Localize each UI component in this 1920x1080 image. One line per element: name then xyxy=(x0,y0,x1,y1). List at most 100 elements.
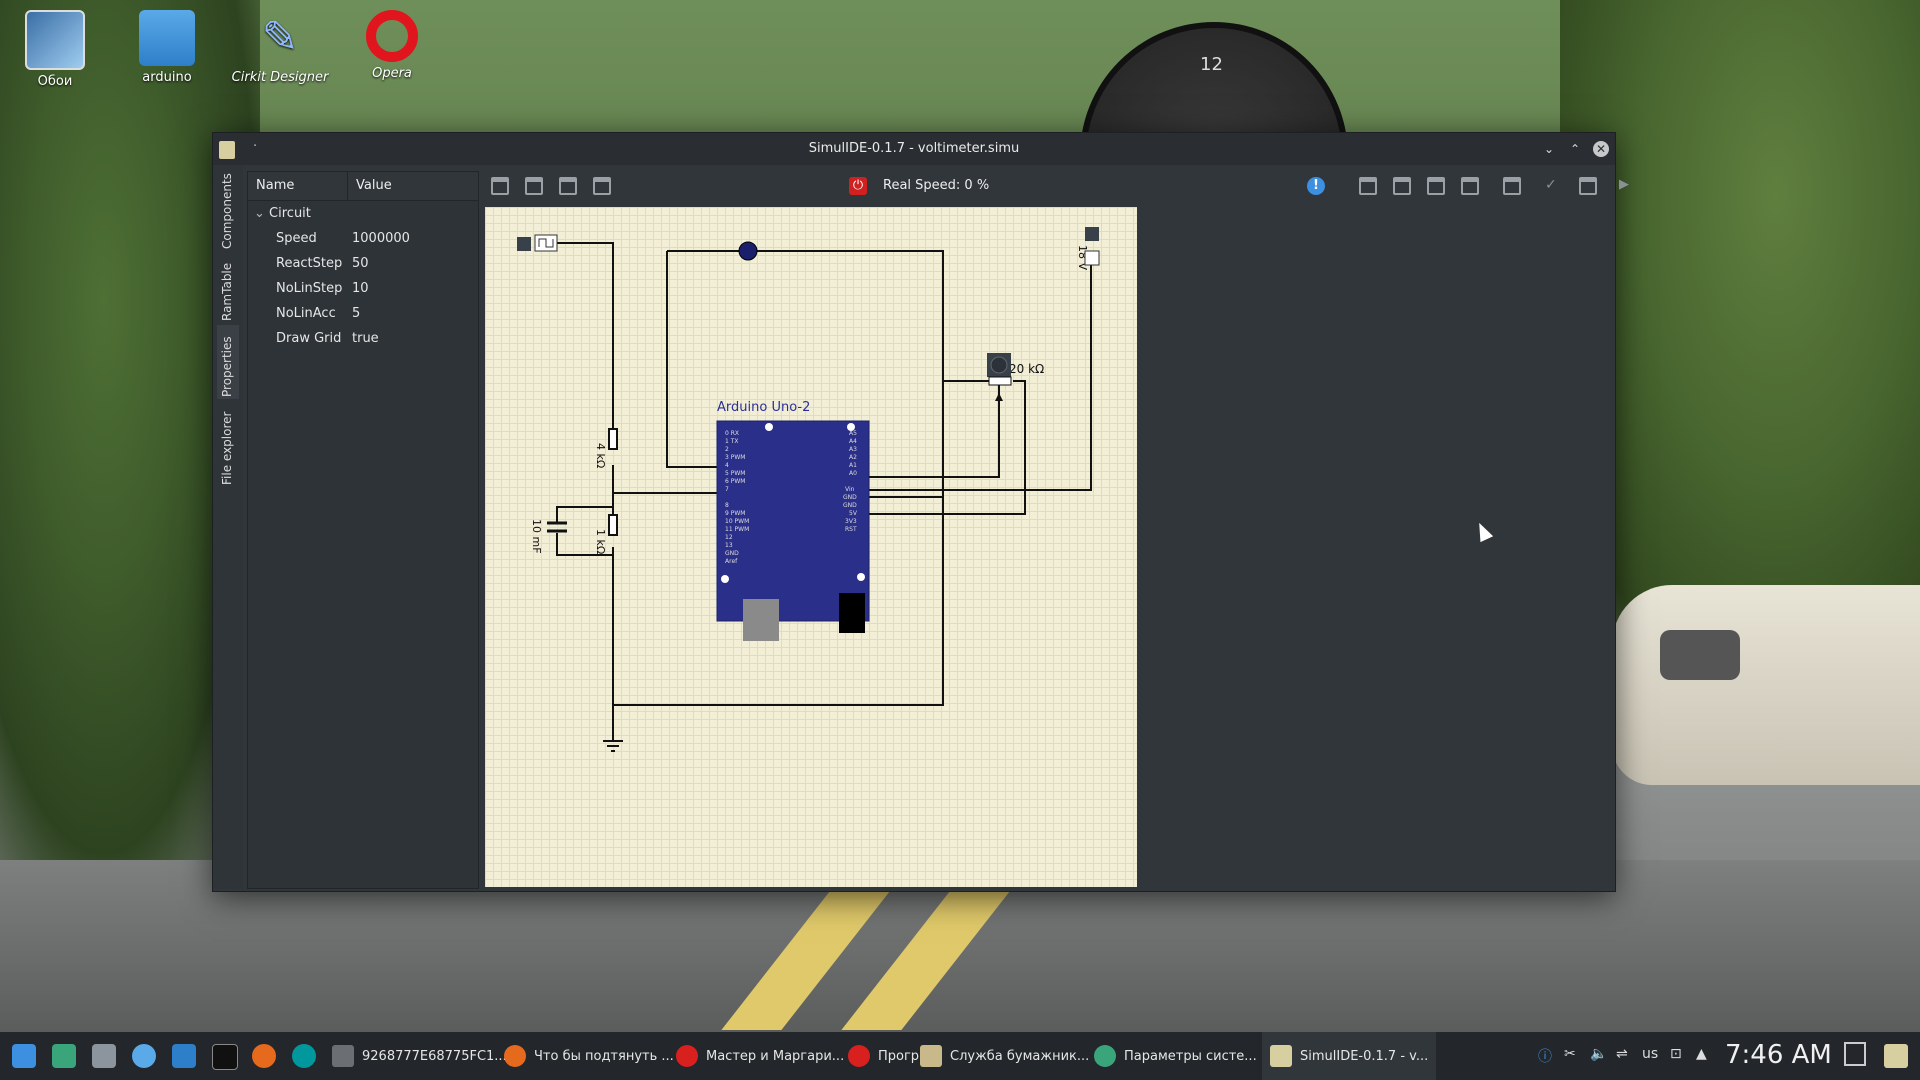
taskbar-task-opera-1[interactable]: Мастер и Маргари... xyxy=(676,1032,844,1080)
chevron-down-icon[interactable]: ⌄ xyxy=(254,206,265,221)
open-circuit-icon[interactable] xyxy=(525,177,543,195)
property-value[interactable]: true xyxy=(352,326,379,351)
open-file-icon[interactable] xyxy=(1393,177,1411,195)
desktop-icon-label: Cirkit Designer xyxy=(231,70,329,85)
property-row[interactable]: Speed 1000000 xyxy=(248,226,478,251)
system-settings-icon[interactable] xyxy=(52,1044,76,1068)
circuit-schematic: 4 kΩ 1 kΩ 10 mF 18 V 20 kΩ Arduino Uno-2… xyxy=(517,227,1100,752)
desktop-icon-cirkit-designer[interactable]: ✎ Cirkit Designer xyxy=(230,10,330,85)
taskbar-task-firefox[interactable]: Что бы подтянуть ... xyxy=(504,1032,674,1080)
pin-label: A3 xyxy=(849,446,857,453)
window-titlebar[interactable]: · SimulIDE-0.1.7 - voltimeter.simu ⌄ ⌃ ✕ xyxy=(213,133,1615,165)
power-button[interactable]: ⏻ xyxy=(849,177,867,195)
property-value[interactable]: 5 xyxy=(352,301,360,326)
task-label: Что бы подтянуть ... xyxy=(534,1048,674,1064)
taskbar-task-file[interactable]: 9268777E68775FC1... xyxy=(332,1032,507,1080)
scissors-tray-icon[interactable]: ✂ xyxy=(1564,1046,1576,1062)
property-row[interactable]: NoLinAcc 5 xyxy=(248,301,478,326)
pin-label: 11 PWM xyxy=(725,526,749,533)
side-tab-bar: Components RamTable Properties File expl… xyxy=(213,165,243,889)
pin-label: GND xyxy=(843,502,857,509)
discover-icon[interactable] xyxy=(172,1044,196,1068)
cirkit-designer-icon: ✎ xyxy=(261,12,299,63)
arduino-board-label: Arduino Uno-2 xyxy=(717,400,810,415)
wire xyxy=(869,385,1000,478)
pin-label: GND xyxy=(725,550,739,557)
clock[interactable]: 7:46 AM xyxy=(1725,1040,1832,1070)
taskbar-task-simulide[interactable]: SimulIDE-0.1.7 - v... xyxy=(1262,1032,1437,1080)
minimize-button[interactable]: ⌄ xyxy=(1541,141,1557,157)
upload-icon[interactable] xyxy=(1579,177,1597,195)
terminal-icon[interactable] xyxy=(212,1044,238,1070)
task-label: Служба бумажник... xyxy=(950,1048,1090,1064)
property-row[interactable]: NoLinStep 10 xyxy=(248,276,478,301)
save-circuit-icon[interactable] xyxy=(559,177,577,195)
pin-label: RST xyxy=(845,526,857,533)
usb-icon[interactable]: ⇌ xyxy=(1616,1046,1628,1062)
pin-label: 8 xyxy=(725,502,729,509)
pin-label: 3V3 xyxy=(845,518,857,525)
column-header-value[interactable]: Value xyxy=(348,172,400,200)
pin-label: 10 PWM xyxy=(725,518,749,525)
property-value[interactable]: 10 xyxy=(352,276,369,301)
maximize-button[interactable]: ⌃ xyxy=(1567,141,1583,157)
property-row[interactable]: Draw Grid true xyxy=(248,326,478,351)
pin-label: Vin xyxy=(845,486,855,493)
wire xyxy=(869,259,1092,491)
potentiometer-dial xyxy=(990,356,1008,374)
keyboard-layout[interactable]: us xyxy=(1642,1046,1658,1062)
gauge-number: 12 xyxy=(1200,54,1223,75)
property-name: ReactStep xyxy=(276,256,343,271)
compile-check-icon[interactable]: ✓ xyxy=(1545,177,1563,195)
mount-hole xyxy=(857,573,865,581)
property-value[interactable]: 50 xyxy=(352,251,369,276)
save-file-icon[interactable] xyxy=(1427,177,1445,195)
save-as-icon[interactable] xyxy=(593,177,611,195)
file-manager-icon[interactable] xyxy=(92,1044,116,1068)
taskbar-task-wallet[interactable]: Служба бумажник... xyxy=(920,1032,1089,1080)
tab-properties[interactable]: Properties xyxy=(217,325,239,399)
pin-label: GND xyxy=(843,494,857,501)
resistor-1k-label: 1 kΩ xyxy=(594,529,607,554)
desktop-icon-label: arduino xyxy=(142,70,192,85)
tab-components[interactable]: Components xyxy=(217,171,239,251)
info-tray-icon[interactable]: ⓘ xyxy=(1538,1046,1552,1066)
folder-icon xyxy=(139,10,195,66)
arduino-ide-icon[interactable] xyxy=(292,1044,316,1068)
new-file-icon[interactable] xyxy=(1359,177,1377,195)
find-icon[interactable] xyxy=(1503,177,1521,195)
circuit-canvas[interactable]: 4 kΩ 1 kΩ 10 mF 18 V 20 kΩ Arduino Uno-2… xyxy=(485,207,1137,887)
ground-symbol xyxy=(603,740,623,752)
show-desktop-icon[interactable] xyxy=(1844,1042,1866,1066)
app-launcher-icon[interactable] xyxy=(12,1044,36,1068)
desktop-icon-wallpapers[interactable]: Обои xyxy=(5,10,105,89)
run-debug-icon[interactable]: ▶ xyxy=(1619,177,1637,195)
taskbar-task-opera-2[interactable]: Прогр... xyxy=(848,1032,931,1080)
software-center-icon[interactable] xyxy=(132,1044,156,1068)
firefox-icon[interactable] xyxy=(252,1044,276,1068)
simulide-tray-icon[interactable] xyxy=(1884,1044,1908,1068)
properties-panel: Name Value ⌄ Circuit Speed 1000000 ReactS… xyxy=(247,171,479,889)
tab-file-explorer[interactable]: File explorer xyxy=(217,401,239,487)
desktop-icon-arduino[interactable]: arduino xyxy=(117,10,217,85)
desktop-icon-label: Opera xyxy=(372,66,412,81)
tray-expand-icon[interactable]: ▲ xyxy=(1696,1046,1707,1062)
property-row[interactable]: ReactStep 50 xyxy=(248,251,478,276)
tree-root-circuit[interactable]: ⌄ Circuit xyxy=(248,201,478,226)
property-value[interactable]: 1000000 xyxy=(352,226,410,251)
taskbar-task-settings[interactable]: Параметры систе... xyxy=(1094,1032,1257,1080)
new-circuit-icon[interactable] xyxy=(491,177,509,195)
network-icon[interactable]: ⊡ xyxy=(1670,1046,1682,1062)
close-button[interactable]: ✕ xyxy=(1593,141,1609,157)
pin-label: A0 xyxy=(849,470,857,477)
volume-icon[interactable]: 🔈 xyxy=(1590,1046,1607,1062)
opera-icon xyxy=(366,10,418,62)
column-header-name[interactable]: Name xyxy=(248,172,348,200)
pin-label: 6 PWM xyxy=(725,478,745,485)
info-icon[interactable]: ! xyxy=(1307,177,1325,195)
tab-ramtable[interactable]: RamTable xyxy=(217,253,239,323)
desktop-icon-opera[interactable]: Opera xyxy=(342,10,442,81)
save-file-as-icon[interactable] xyxy=(1461,177,1479,195)
task-label: 9268777E68775FC1... xyxy=(362,1048,507,1064)
pot-label: 20 kΩ xyxy=(1009,362,1044,376)
